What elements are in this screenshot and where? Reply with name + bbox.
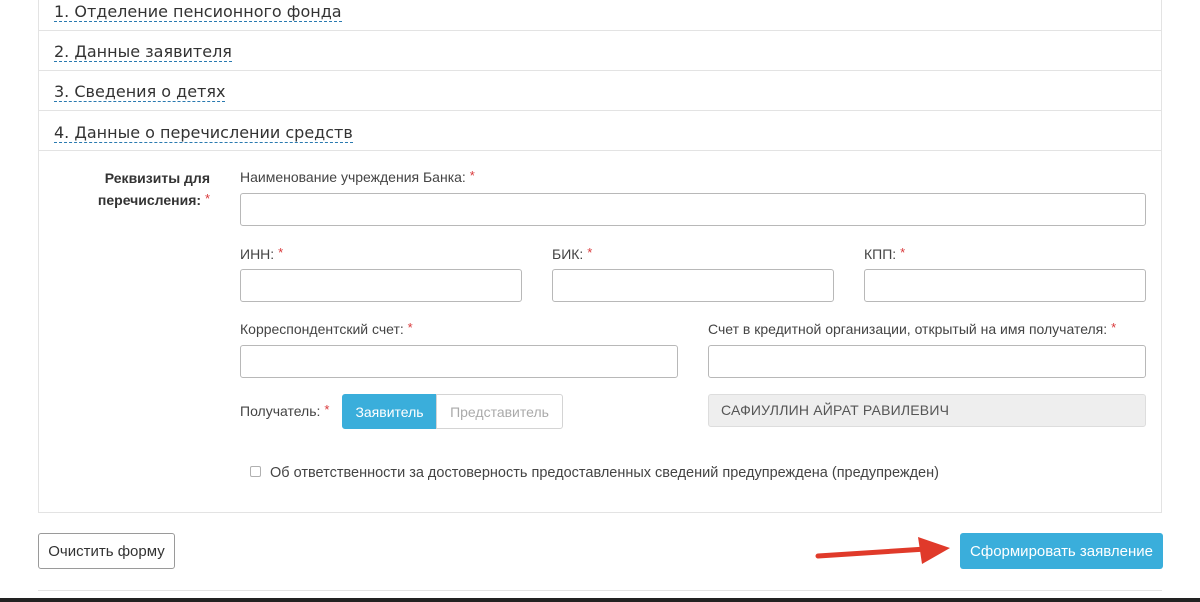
section-title[interactable]: 1. Отделение пенсионного фонда [54,3,342,22]
responsibility-checkbox[interactable] [250,466,261,477]
inn-label: ИНН: * [240,245,283,263]
accordion-section-transfer[interactable]: 4. Данные о перечислении средств [39,111,1161,151]
required-mark: * [278,245,284,260]
bik-label-text: БИК: [552,246,584,262]
required-mark: * [587,245,593,260]
corr-account-input[interactable] [240,345,678,378]
required-mark: * [469,168,475,183]
bank-name-label-text: Наименование учреждения Банка: [240,169,466,185]
required-mark: * [900,245,906,260]
section-title[interactable]: 3. Сведения о детях [54,83,226,102]
recipient-option-applicant[interactable]: Заявитель [342,394,437,429]
inn-input[interactable] [240,269,522,302]
required-mark: * [204,191,210,206]
bank-name-input[interactable] [240,193,1146,226]
required-mark: * [324,402,330,417]
kpp-label: КПП: * [864,245,905,263]
account-label-text: Счет в кредитной организации, открытый н… [708,321,1108,337]
corr-account-label-text: Корреспондентский счет: [240,321,404,337]
recipient-option-representative[interactable]: Представитель [436,394,563,429]
responsibility-label[interactable]: Об ответственности за достоверность пред… [270,464,939,482]
recipient-label: Получатель: * [240,402,329,420]
section-title[interactable]: 4. Данные о перечислении средств [54,124,353,143]
bottom-edge [0,598,1200,602]
divider [38,590,1162,591]
recipient-label-text: Получатель: [240,403,321,419]
arrow-pointer-icon [815,537,950,564]
corr-account-label: Корреспондентский счет: * [240,320,413,338]
account-label: Счет в кредитной организации, открытый н… [708,320,1116,338]
recipient-name-value: САФИУЛЛИН АЙРАТ РАВИЛЕВИЧ [721,402,950,418]
bik-label: БИК: * [552,245,592,263]
accordion: 1. Отделение пенсионного фонда 2. Данные… [38,0,1162,151]
section-title[interactable]: 2. Данные заявителя [54,43,232,62]
kpp-input[interactable] [864,269,1146,302]
inn-label-text: ИНН: [240,246,275,262]
requisites-label: Реквизиты для перечисления: * [60,167,210,211]
bik-input[interactable] [552,269,834,302]
required-mark: * [1111,320,1117,335]
accordion-section-children[interactable]: 3. Сведения о детях [39,71,1161,111]
bank-name-label: Наименование учреждения Банка: * [240,168,475,186]
generate-application-button[interactable]: Сформировать заявление [960,533,1163,569]
accordion-section-applicant[interactable]: 2. Данные заявителя [39,31,1161,71]
account-input[interactable] [708,345,1146,378]
recipient-name-field: САФИУЛЛИН АЙРАТ РАВИЛЕВИЧ [708,394,1146,427]
requisites-label-line1: Реквизиты для [104,170,210,186]
requisites-label-line2: перечисления: [97,192,202,208]
accordion-section-pension-fund[interactable]: 1. Отделение пенсионного фонда [39,0,1161,31]
kpp-label-text: КПП: [864,246,897,262]
clear-form-button[interactable]: Очистить форму [38,533,175,569]
required-mark: * [407,320,413,335]
